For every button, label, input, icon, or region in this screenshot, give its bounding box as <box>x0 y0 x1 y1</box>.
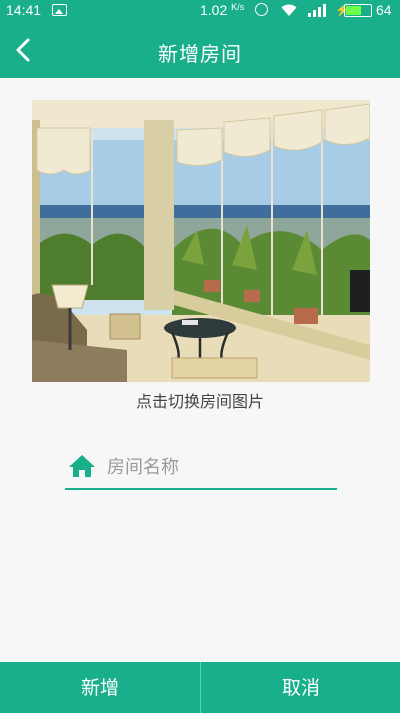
room-image[interactable] <box>32 100 370 382</box>
image-caption: 点击切换房间图片 <box>135 392 264 411</box>
home-icon <box>69 455 95 477</box>
signal-icon <box>308 4 326 17</box>
status-bar: 14:41 1.02 K/s ⚡ 64 <box>0 0 400 22</box>
app-bar: 新增房间 <box>0 22 400 78</box>
status-time: 14:41 <box>6 2 42 18</box>
page-title: 新增房间 <box>158 42 242 66</box>
network-speed-value: 1.02 <box>200 2 228 18</box>
network-speed: 1.02 K/s <box>200 2 244 18</box>
room-photo-illustration <box>32 100 370 382</box>
cancel-button[interactable]: 取消 <box>201 662 400 713</box>
gallery-icon <box>52 4 67 16</box>
room-name-field <box>65 448 337 492</box>
add-button[interactable]: 新增 <box>0 662 200 713</box>
network-speed-unit: K/s <box>231 2 245 12</box>
wifi-icon <box>281 4 297 16</box>
battery-icon <box>344 4 372 17</box>
room-name-underline <box>65 488 337 490</box>
room-name-input[interactable] <box>105 450 337 484</box>
alarm-icon <box>255 3 268 16</box>
bottom-action-bar: 新增 取消 <box>0 662 400 713</box>
battery-fill <box>346 6 361 15</box>
battery-level: 64 <box>376 2 392 18</box>
